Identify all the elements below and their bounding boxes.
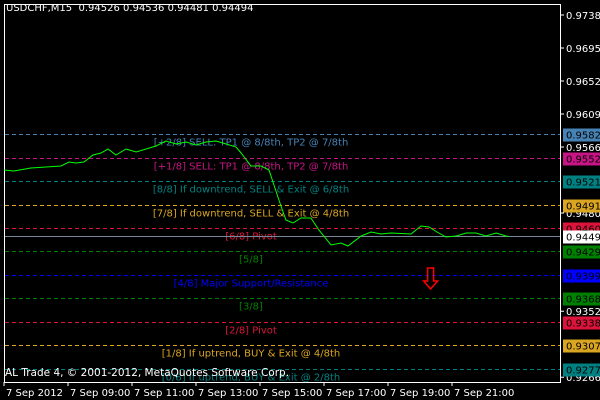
level-price-label: 0.93994	[566, 272, 600, 283]
time-axis: 7 Sep 2012 7 Sep 09:00 7 Sep 11:00 7 Sep 13…	[3, 382, 514, 399]
time-tick-label: 7 Sep 21:00	[454, 388, 514, 399]
level-price-label: 0.93384	[566, 319, 600, 330]
time-tick-label: 7 Sep 11:00	[134, 388, 194, 399]
price-tick-label: 0.95660	[566, 143, 600, 154]
time-tick-label: 7 Sep 17:00	[326, 388, 386, 399]
price-axis: 0.973800.969500.965200.960900.956600.948…	[560, 11, 600, 384]
level-label: [8/8] If downtrend, SELL & Exit @ 6/8th	[153, 185, 349, 196]
level-label: [+1/8] SELL: TP1 @ 8/8th, TP2 @ 7/8th	[154, 162, 349, 173]
level-price-label: 0.94910	[566, 202, 600, 213]
level-label: [1/8] If uptrend, BUY & Exit @ 4/8th	[162, 349, 341, 360]
level-price-label: 0.95825	[566, 131, 600, 142]
level-price-label: 0.92773	[566, 366, 600, 377]
chart-title: USDCHF,M15 0.94526 0.94536 0.94481 0.944…	[6, 3, 254, 14]
murrey-levels: [+2/8] SELL: TP1 @ 8/8th, TP2 @ 7/8th[+1…	[5, 134, 560, 384]
price-tick-label: 0.96950	[566, 44, 600, 55]
time-tick-label: 7 Sep 19:00	[390, 388, 450, 399]
current-price-label: 0.94494	[566, 233, 600, 244]
level-price-label: 0.93079	[566, 342, 600, 353]
signals	[421, 267, 440, 291]
price-tick-label: 0.97380	[566, 11, 600, 22]
price-tick-label: 0.96090	[566, 110, 600, 121]
level-price-label: 0.95520	[566, 155, 600, 166]
price-chart[interactable]: [+2/8] SELL: TP1 @ 8/8th, TP2 @ 7/8th[+1…	[0, 0, 600, 400]
copyright-text: AL Trade 4, © 2001-2012, MetaQuotes Soft…	[5, 367, 290, 379]
time-tick-label: 7 Sep 15:00	[262, 388, 322, 399]
level-label: [4/8] Major Support/Resistance	[174, 279, 329, 290]
level-label: [2/8] Pivot	[225, 326, 277, 337]
time-tick-label: 7 Sep 13:00	[198, 388, 258, 399]
level-price-label: 0.95215	[566, 178, 600, 189]
price-tick-label: 0.96520	[566, 77, 600, 88]
level-label: [3/8]	[239, 302, 263, 313]
time-tick-label: 7 Sep 09:00	[70, 388, 130, 399]
level-price-label: 0.93689	[566, 295, 600, 306]
sell-arrow-icon[interactable]	[421, 267, 440, 291]
level-label: [5/8]	[239, 255, 263, 266]
level-label: [7/8] If downtrend, SELL & Exit @ 4/8th	[153, 209, 349, 220]
level-price-label: 0.94299	[566, 248, 600, 259]
time-tick-label: 7 Sep 2012	[6, 388, 63, 399]
